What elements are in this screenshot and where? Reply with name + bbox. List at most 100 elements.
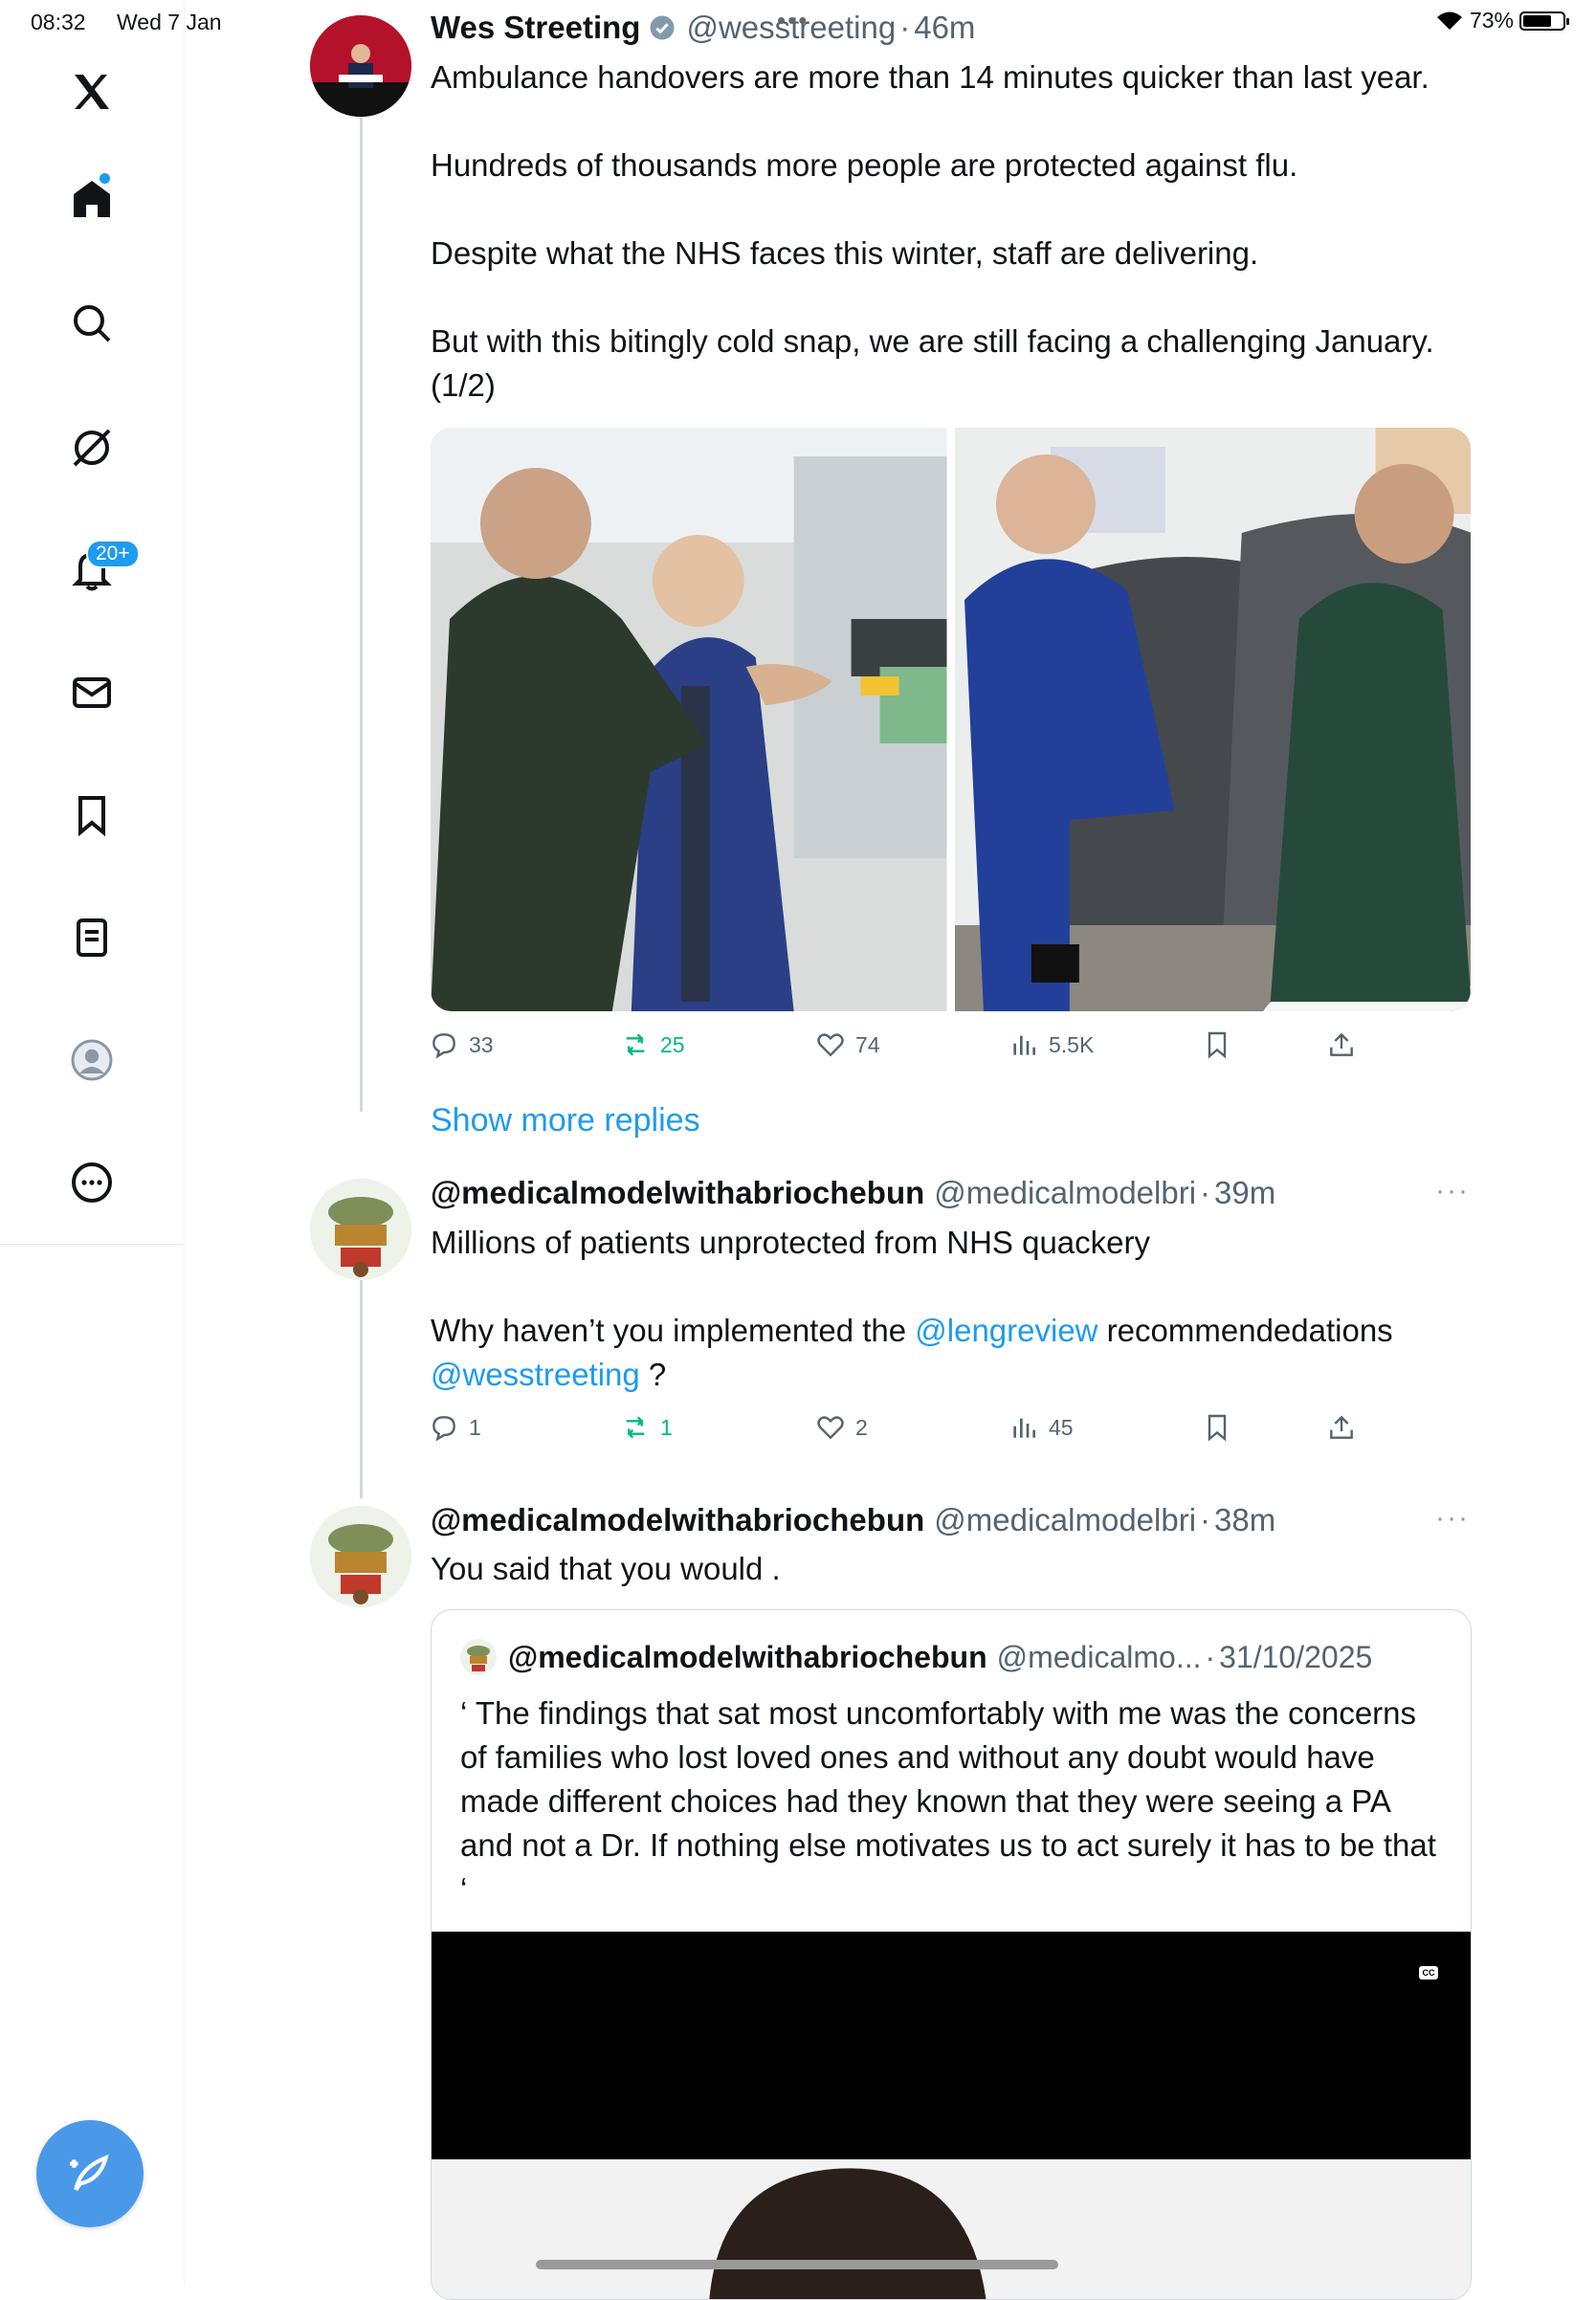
post-text-line: Millions of patients unprotected from NH… (431, 1225, 1151, 1260)
views-count: 5.5K (1049, 1031, 1095, 1057)
repost-button[interactable]: 25 (620, 1029, 685, 1060)
video-still (432, 2159, 1471, 2299)
sidebar: 20+ (0, 0, 185, 2285)
post-header: @medicalmodelwithabriochebun @medicalmod… (431, 1175, 1275, 1211)
thread-line (360, 117, 363, 1112)
post-timestamp[interactable]: 38m (1214, 1502, 1275, 1538)
post-header: Wes Streeting @wesstreeting · 46m (431, 10, 975, 46)
author-name[interactable]: @medicalmodelwithabriochebun (431, 1502, 924, 1538)
views-chart-icon (1013, 1035, 1035, 1055)
views-button[interactable]: 5.5K (1009, 1029, 1094, 1060)
photo-waiting-room[interactable] (954, 428, 1471, 1011)
reply-icon (432, 1416, 455, 1442)
share-button[interactable] (1326, 1412, 1357, 1443)
quoted-post[interactable]: @medicalmodelwithabriochebun @medicalmo.… (431, 1609, 1472, 2300)
profile-avatar-icon[interactable] (54, 1022, 130, 1098)
search-icon[interactable] (54, 285, 130, 362)
more-options-icon[interactable] (54, 1144, 130, 1221)
views-button[interactable]: 45 (1009, 1412, 1074, 1443)
quoted-post-date: 31/10/2025 (1219, 1639, 1373, 1674)
video-player[interactable]: CC (432, 1932, 1471, 2159)
notifications-badge: 20+ (86, 540, 140, 568)
like-button[interactable]: 74 (815, 1029, 880, 1060)
post-text: Ambulance handovers are more than 14 min… (431, 59, 1434, 403)
like-count: 2 (855, 1414, 868, 1440)
views-chart-icon (1013, 1418, 1035, 1438)
reply-button[interactable]: 1 (429, 1412, 481, 1443)
quoted-post-header: @medicalmodelwithabriochebun @medicalmo.… (460, 1639, 1372, 1675)
photo-ambulance[interactable] (431, 428, 947, 1011)
sidebar-divider (0, 1244, 184, 1245)
thread-line (360, 1248, 363, 1498)
post-text-fragment: Why haven’t you implemented the (431, 1313, 916, 1348)
author-name[interactable]: @medicalmodelwithabriochebun (431, 1175, 924, 1211)
like-button[interactable]: 2 (815, 1412, 868, 1443)
post-media[interactable] (431, 428, 1471, 1011)
reply-button[interactable]: 33 (429, 1029, 494, 1060)
messages-envelope-icon[interactable] (54, 654, 130, 731)
avatar[interactable] (310, 1506, 411, 1607)
home-icon[interactable] (54, 161, 130, 237)
reply-icon (432, 1033, 455, 1059)
verified-badge-icon (650, 15, 675, 40)
lists-icon[interactable] (54, 899, 130, 976)
quoted-post-text: ‘ The findings that sat most uncomfortab… (460, 1695, 1446, 1907)
like-count: 74 (855, 1031, 880, 1057)
home-indicator[interactable] (536, 2260, 1058, 2269)
repost-count: 25 (660, 1031, 685, 1057)
separator-dot: · (1200, 1175, 1211, 1210)
home-notification-dot (100, 173, 110, 184)
mention-link[interactable]: @lengreview (915, 1313, 1097, 1348)
repost-count: 1 (660, 1414, 673, 1440)
reply-count: 33 (469, 1031, 494, 1057)
post-more-icon[interactable]: ··· (1435, 1502, 1470, 1535)
post-text-fragment: ? (639, 1357, 667, 1392)
author-handle[interactable]: @medicalmodelbri (934, 1175, 1196, 1211)
post-actions: 33 25 74 5.5K (429, 1029, 1481, 1068)
repost-icon (626, 1033, 645, 1056)
quoted-author-name: @medicalmodelwithabriochebun (508, 1639, 987, 1674)
post-header: @medicalmodelwithabriochebun @medicalmod… (431, 1502, 1275, 1538)
share-icon (1330, 1415, 1353, 1439)
bookmarks-icon[interactable] (54, 777, 130, 853)
post-timestamp[interactable]: 46m (914, 10, 975, 46)
post-actions: 1 1 2 45 (429, 1412, 1481, 1450)
grok-icon[interactable] (54, 409, 130, 486)
bookmark-button[interactable] (1202, 1029, 1232, 1060)
separator-dot: · (1200, 1502, 1211, 1537)
author-handle[interactable]: @wesstreeting (686, 10, 896, 46)
bookmark-icon (1208, 1031, 1227, 1059)
bookmark-icon (1208, 1414, 1227, 1442)
repost-button[interactable]: 1 (620, 1412, 673, 1443)
quoted-author-handle: @medicalmo... (996, 1639, 1202, 1674)
avatar[interactable] (310, 15, 411, 117)
status-right: 73% (1435, 8, 1569, 33)
battery-percent: 73% (1469, 8, 1514, 33)
x-logo-icon[interactable] (54, 54, 130, 130)
quoted-avatar (460, 1639, 497, 1675)
post-text: You said that you would . (431, 1551, 781, 1586)
mention-link[interactable]: @wesstreeting (431, 1357, 640, 1392)
post-text: Millions of patients unprotected from NH… (431, 1221, 1474, 1397)
captions-button[interactable]: CC (1419, 1966, 1438, 1979)
wifi-icon (1436, 11, 1462, 30)
author-name[interactable]: Wes Streeting (431, 10, 640, 46)
battery-icon (1519, 11, 1569, 31)
separator-dot: · (899, 10, 911, 45)
post-more-icon[interactable]: ··· (1435, 1175, 1470, 1207)
separator-dot: · (1205, 1639, 1216, 1674)
views-count: 45 (1049, 1414, 1074, 1440)
avatar[interactable] (310, 1179, 411, 1280)
compose-feather-icon (70, 2154, 109, 2191)
compose-post-button[interactable] (36, 2120, 144, 2227)
heart-icon (817, 1033, 844, 1057)
heart-icon (817, 1416, 844, 1440)
reply-count: 1 (469, 1414, 481, 1440)
post-timestamp[interactable]: 39m (1214, 1175, 1275, 1211)
post-text-fragment: recommendedations (1097, 1313, 1393, 1348)
bookmark-button[interactable] (1202, 1412, 1232, 1443)
repost-icon (626, 1416, 645, 1439)
share-button[interactable] (1326, 1029, 1357, 1060)
show-more-replies-link[interactable]: Show more replies (431, 1102, 700, 1139)
author-handle[interactable]: @medicalmodelbri (934, 1502, 1196, 1538)
